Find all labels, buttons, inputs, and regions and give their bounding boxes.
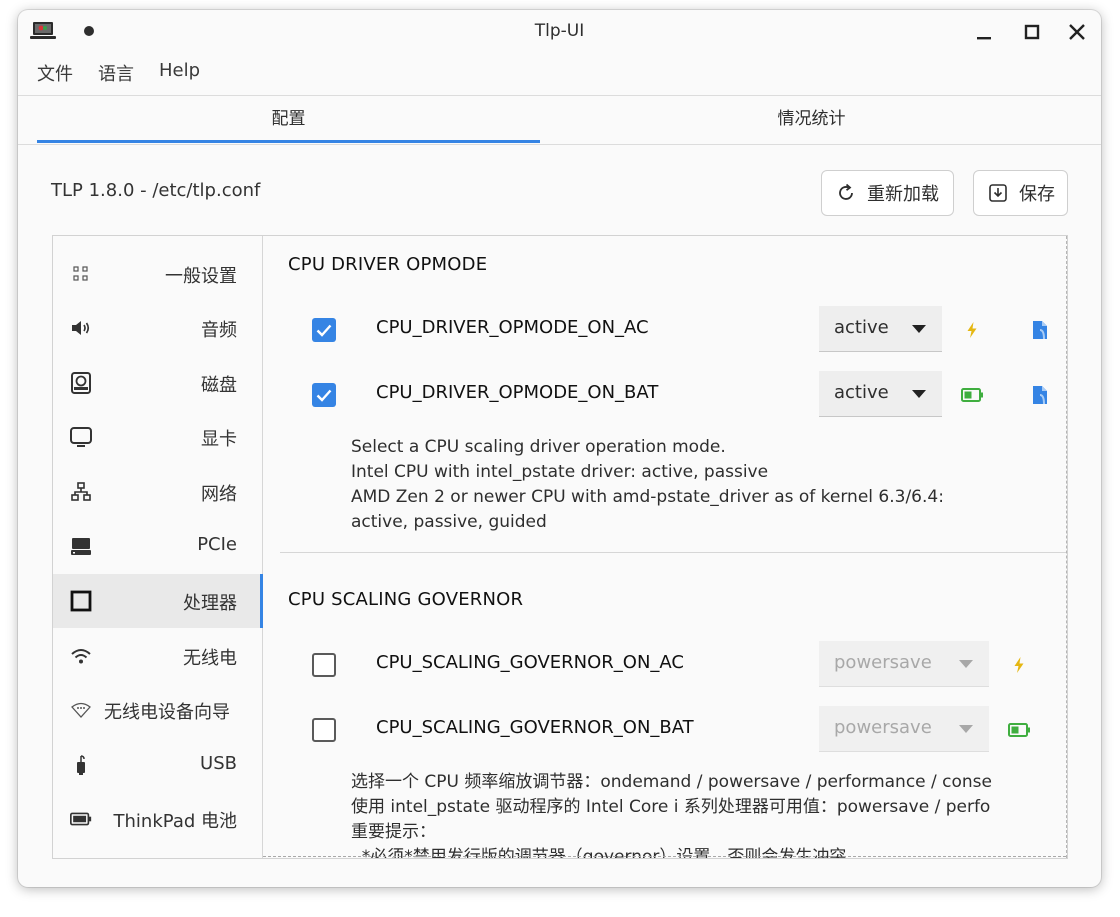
menu-help[interactable]: Help [159, 60, 200, 81]
setting-row: CPU_SCALING_GOVERNOR_ON_BAT powersave [263, 706, 1066, 756]
maximize-button[interactable] [1020, 20, 1044, 44]
section-title: CPU DRIVER OPMODE [288, 254, 488, 275]
enable-checkbox[interactable] [312, 318, 336, 342]
grid-icon [69, 262, 93, 286]
sidebar-item-radio[interactable]: 无线电 [53, 629, 262, 683]
setting-description: 选择一个 CPU 频率缩放调节器：ondemand / powersave / … [351, 772, 992, 859]
setting-row: CPU_SCALING_GOVERNOR_ON_AC powersave [263, 641, 1066, 691]
param-name: CPU_SCALING_GOVERNOR_ON_AC [376, 652, 684, 673]
sidebar-item-audio[interactable]: 音频 [53, 301, 262, 355]
cpu-icon [69, 589, 93, 613]
documentation-icon[interactable] [1029, 384, 1051, 406]
wifi-icon [69, 644, 93, 668]
sidebar-item-label: 网络 [201, 484, 237, 505]
checkmark-icon [316, 324, 332, 337]
pcie-icon [69, 534, 93, 558]
value-dropdown[interactable]: powersave [819, 641, 989, 687]
display-icon [69, 425, 93, 449]
setting-row: CPU_DRIVER_OPMODE_ON_AC active [263, 306, 1066, 356]
title-bar: Tlp-UI [18, 10, 1101, 54]
scroll-edge-indicator [263, 856, 1066, 857]
menu-bar: 文件 语言 Help [18, 56, 1101, 90]
sidebar-item-thinkpad-battery[interactable]: ThinkPad 电池 [53, 792, 262, 846]
config-path-label: TLP 1.8.0 - /etc/tlp.conf [51, 180, 261, 201]
sidebar-item-label: 无线电 [183, 648, 237, 669]
disk-icon [69, 371, 93, 395]
dropdown-value: active [834, 382, 889, 403]
setting-description: Select a CPU scaling driver operation mo… [351, 437, 944, 532]
param-name: CPU_SCALING_GOVERNOR_ON_BAT [376, 717, 694, 738]
ac-power-icon [961, 319, 983, 341]
menu-file[interactable]: 文件 [37, 60, 73, 86]
sidebar-item-graphics[interactable]: 显卡 [53, 410, 262, 464]
tab-statistics[interactable]: 情况统计 [540, 96, 1083, 143]
network-icon [69, 480, 93, 504]
menu-language[interactable]: 语言 [98, 60, 134, 86]
battery-icon [69, 807, 93, 831]
battery-power-icon [1008, 719, 1030, 741]
close-icon [1069, 24, 1085, 40]
section-title: CPU SCALING GOVERNOR [288, 589, 524, 610]
enable-checkbox[interactable] [312, 383, 336, 407]
chevron-down-icon [912, 325, 926, 333]
sidebar-item-label: 处理器 [183, 593, 237, 614]
sidebar-item-label: 显卡 [201, 429, 237, 450]
chevron-down-icon [912, 390, 926, 398]
save-button[interactable]: 保存 [973, 170, 1068, 216]
enable-checkbox[interactable] [312, 653, 336, 677]
chevron-down-icon [959, 660, 973, 668]
sidebar-item-general[interactable]: 一般设置 [53, 247, 262, 301]
save-icon [989, 184, 1007, 202]
sidebar-item-label: 无线电设备向导 [104, 702, 230, 723]
param-name: CPU_DRIVER_OPMODE_ON_BAT [376, 382, 659, 403]
dropdown-value: active [834, 317, 889, 338]
reload-icon [839, 183, 853, 200]
enable-checkbox[interactable] [312, 718, 336, 742]
settings-panel: CPU DRIVER OPMODE CPU_DRIVER_OPMODE_ON_A… [263, 236, 1067, 858]
dropdown-value: powersave [834, 717, 932, 738]
sidebar-item-label: ThinkPad 电池 [113, 811, 237, 832]
dropdown-value: powersave [834, 652, 932, 673]
sidebar-item-label: 磁盘 [201, 375, 237, 396]
value-dropdown[interactable]: active [819, 306, 942, 352]
sidebar-item-disk[interactable]: 磁盘 [53, 356, 262, 410]
window-title: Tlp-UI [534, 21, 585, 41]
minimize-button[interactable] [972, 20, 996, 44]
sidebar-item-network[interactable]: 网络 [53, 465, 262, 519]
reload-label: 重新加载 [867, 184, 939, 205]
wifi-wizard-icon [69, 698, 93, 722]
active-tab-indicator [37, 140, 540, 143]
sidebar-item-label: 一般设置 [165, 266, 237, 287]
sidebar: 一般设置 音频 磁盘 显卡 网络 PCIe 处理器 无线电 无线电设备向导 US… [53, 236, 263, 858]
battery-power-icon [961, 384, 983, 406]
minimize-icon [977, 37, 991, 40]
documentation-icon[interactable] [1029, 319, 1051, 341]
sidebar-item-label: 音频 [201, 320, 237, 341]
sidebar-item-pcie[interactable]: PCIe [53, 519, 262, 573]
content-frame: 一般设置 音频 磁盘 显卡 网络 PCIe 处理器 无线电 无线电设备向导 US… [52, 235, 1068, 859]
chevron-down-icon [959, 725, 973, 733]
reload-button[interactable]: 重新加载 [821, 170, 954, 216]
value-dropdown[interactable]: powersave [819, 706, 989, 752]
save-label: 保存 [1019, 184, 1055, 205]
speaker-icon [69, 316, 93, 340]
sidebar-item-processor[interactable]: 处理器 [53, 574, 263, 628]
checkmark-icon [316, 389, 332, 402]
maximize-icon [1024, 24, 1040, 40]
tab-bar: 配置 情况统计 [18, 95, 1101, 145]
sidebar-item-label: USB [200, 753, 237, 774]
section-divider [280, 552, 1066, 553]
tab-config[interactable]: 配置 [37, 96, 540, 143]
close-button[interactable] [1065, 20, 1089, 44]
app-window: Tlp-UI 文件 语言 Help 配置 情况统计 TLP 1.8.0 - /e… [18, 10, 1101, 887]
ac-power-icon [1008, 654, 1030, 676]
setting-row: CPU_DRIVER_OPMODE_ON_BAT active [263, 371, 1066, 421]
sidebar-item-radio-wizard[interactable]: 无线电设备向导 [53, 683, 262, 737]
param-name: CPU_DRIVER_OPMODE_ON_AC [376, 317, 649, 338]
sidebar-item-usb[interactable]: USB [53, 738, 262, 792]
usb-icon [69, 753, 93, 777]
value-dropdown[interactable]: active [819, 371, 942, 417]
sidebar-item-label: PCIe [197, 534, 237, 555]
